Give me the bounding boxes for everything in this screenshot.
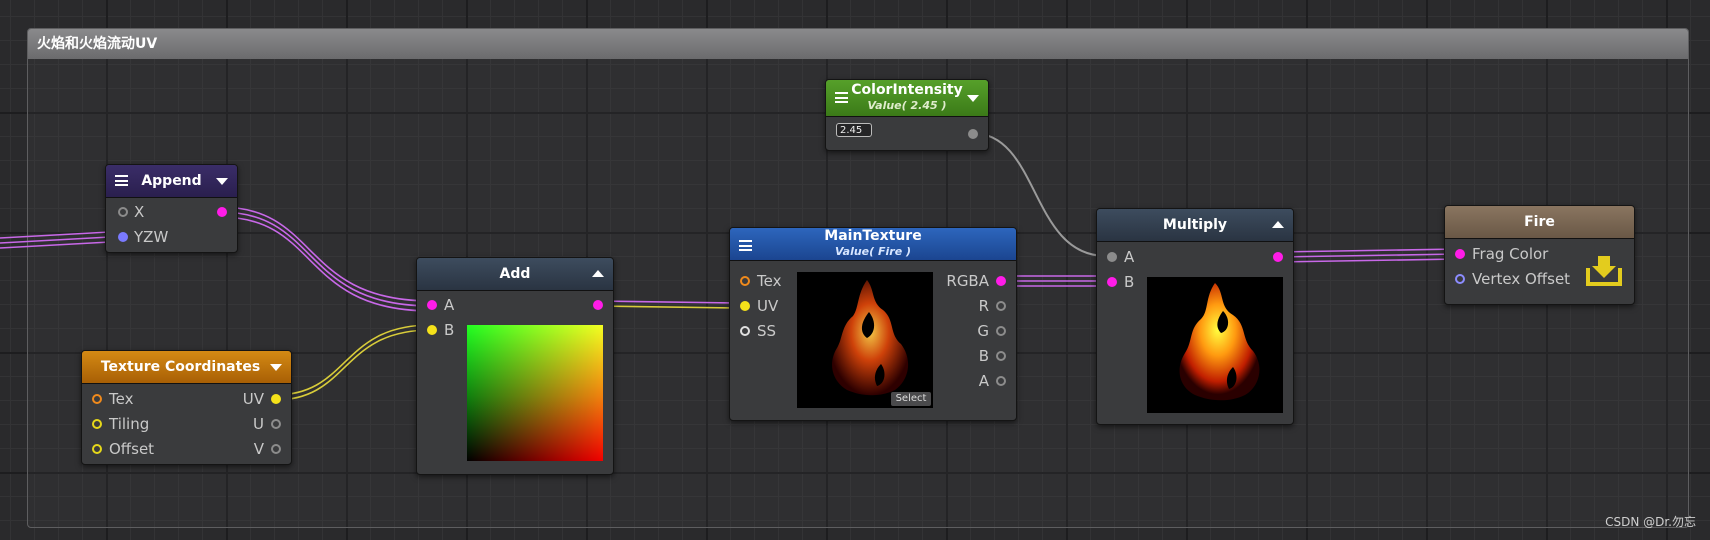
maintexture-node[interactable]: MainTexture Value( Fire ) Tex UV SS Sele… bbox=[729, 227, 1017, 421]
maintexture-input-tex-label: Tex bbox=[757, 272, 782, 290]
append-header[interactable]: Append bbox=[106, 165, 237, 198]
texcoords-input-offset-label: Offset bbox=[109, 440, 155, 458]
append-output-port[interactable] bbox=[217, 207, 227, 217]
texcoords-output-v-port[interactable] bbox=[271, 444, 281, 454]
texcoords-output-u-label: U bbox=[253, 415, 264, 433]
fire-input-frag-color-port[interactable] bbox=[1455, 249, 1465, 259]
fire-header[interactable]: Fire bbox=[1445, 206, 1634, 239]
maintexture-header[interactable]: MainTexture Value( Fire ) bbox=[730, 228, 1016, 261]
texcoords-input-tex-port[interactable] bbox=[92, 394, 102, 404]
maintexture-output-a-label: A bbox=[978, 372, 989, 390]
maintexture-output-r-port[interactable] bbox=[996, 301, 1006, 311]
fire-title: Fire bbox=[1524, 214, 1555, 230]
append-title: Append bbox=[141, 173, 202, 189]
append-input-x-port[interactable] bbox=[118, 207, 128, 217]
fire-output-node[interactable]: Fire Frag Color Vertex Offset bbox=[1444, 205, 1635, 305]
maintexture-output-b-port[interactable] bbox=[996, 351, 1006, 361]
colorintensity-node[interactable]: ColorIntensity Value( 2.45 ) 2.45 bbox=[825, 79, 989, 151]
menu-icon[interactable] bbox=[739, 240, 752, 251]
expand-triangle-icon[interactable] bbox=[1272, 221, 1284, 228]
colorintensity-output-port[interactable] bbox=[968, 129, 978, 139]
colorintensity-header[interactable]: ColorIntensity Value( 2.45 ) bbox=[826, 80, 988, 117]
maintexture-input-ss-label: SS bbox=[757, 322, 777, 340]
add-input-b-label: B bbox=[444, 321, 455, 339]
append-node[interactable]: Append X YZW bbox=[105, 164, 238, 253]
texcoords-output-u-port[interactable] bbox=[271, 419, 281, 429]
texcoords-output-v-label: V bbox=[253, 440, 264, 458]
texture-coordinates-node[interactable]: Texture Coordinates Tex Tiling Offset UV… bbox=[81, 350, 292, 465]
maintexture-title: MainTexture bbox=[824, 228, 922, 244]
maintexture-output-rgba-port[interactable] bbox=[996, 276, 1006, 286]
watermark-text: CSDN @Dr.勿忘 bbox=[1605, 515, 1696, 529]
colorintensity-subtitle: Value( 2.45 ) bbox=[867, 99, 947, 112]
add-input-a-label: A bbox=[444, 296, 455, 314]
multiply-node[interactable]: Multiply A B bbox=[1096, 208, 1294, 425]
add-input-b-port[interactable] bbox=[427, 325, 437, 335]
add-title: Add bbox=[499, 266, 531, 282]
fire-input-vertex-offset-label: Vertex Offset bbox=[1472, 270, 1571, 288]
maintexture-output-g-label: G bbox=[977, 322, 989, 340]
maintexture-output-b-label: B bbox=[978, 347, 989, 365]
multiply-output-port[interactable] bbox=[1273, 252, 1283, 262]
collapse-triangle-icon[interactable] bbox=[967, 95, 979, 102]
fire-preview-icon bbox=[1179, 283, 1260, 401]
add-header[interactable]: Add bbox=[417, 258, 613, 291]
multiply-input-a-label: A bbox=[1124, 248, 1135, 266]
download-icon bbox=[1586, 256, 1622, 286]
maintexture-output-r-label: R bbox=[978, 297, 989, 315]
menu-icon[interactable] bbox=[835, 92, 848, 103]
texcoords-output-uv-label: UV bbox=[242, 390, 264, 408]
fire-input-vertex-offset-port[interactable] bbox=[1455, 274, 1465, 284]
multiply-header[interactable]: Multiply bbox=[1097, 209, 1293, 242]
texcoords-output-uv-port[interactable] bbox=[271, 394, 281, 404]
multiply-preview-image bbox=[1147, 277, 1283, 413]
texcoords-title: Texture Coordinates bbox=[100, 359, 261, 375]
menu-icon[interactable] bbox=[115, 175, 128, 186]
add-preview-image bbox=[467, 325, 603, 461]
collapse-triangle-icon[interactable] bbox=[270, 364, 282, 371]
select-texture-button[interactable]: Select bbox=[891, 392, 931, 406]
maintexture-output-a-port[interactable] bbox=[996, 376, 1006, 386]
add-output-port[interactable] bbox=[593, 300, 603, 310]
group-title[interactable]: 火焰和火焰流动UV bbox=[28, 29, 1688, 59]
maintexture-preview-image: Select bbox=[797, 272, 933, 408]
maintexture-input-uv-label: UV bbox=[757, 297, 779, 315]
add-input-a-port[interactable] bbox=[427, 300, 437, 310]
append-input-x-label: X bbox=[134, 203, 145, 221]
texcoords-input-tiling-label: Tiling bbox=[109, 415, 150, 433]
fire-preview-icon bbox=[832, 280, 909, 396]
multiply-input-b-label: B bbox=[1124, 273, 1135, 291]
maintexture-subtitle: Value( Fire ) bbox=[834, 245, 912, 258]
texcoords-input-tiling-port[interactable] bbox=[92, 419, 102, 429]
fire-input-frag-color-label: Frag Color bbox=[1472, 245, 1549, 263]
append-input-yzw-label: YZW bbox=[134, 228, 169, 246]
expand-triangle-icon[interactable] bbox=[592, 270, 604, 277]
texcoords-header[interactable]: Texture Coordinates bbox=[82, 351, 291, 384]
maintexture-input-tex-port[interactable] bbox=[740, 276, 750, 286]
maintexture-output-g-port[interactable] bbox=[996, 326, 1006, 336]
multiply-input-a-port[interactable] bbox=[1107, 252, 1117, 262]
texcoords-input-tex-label: Tex bbox=[109, 390, 134, 408]
maintexture-input-ss-port[interactable] bbox=[740, 326, 750, 336]
collapse-triangle-icon[interactable] bbox=[216, 178, 228, 185]
append-input-yzw-port[interactable] bbox=[118, 232, 128, 242]
multiply-input-b-port[interactable] bbox=[1107, 277, 1117, 287]
colorintensity-value-field[interactable]: 2.45 bbox=[836, 123, 872, 137]
colorintensity-title: ColorIntensity bbox=[851, 82, 963, 98]
texcoords-input-offset-port[interactable] bbox=[92, 444, 102, 454]
maintexture-input-uv-port[interactable] bbox=[740, 301, 750, 311]
maintexture-output-rgba-label: RGBA bbox=[946, 272, 989, 290]
multiply-title: Multiply bbox=[1162, 217, 1228, 233]
add-node[interactable]: Add A B bbox=[416, 257, 614, 475]
